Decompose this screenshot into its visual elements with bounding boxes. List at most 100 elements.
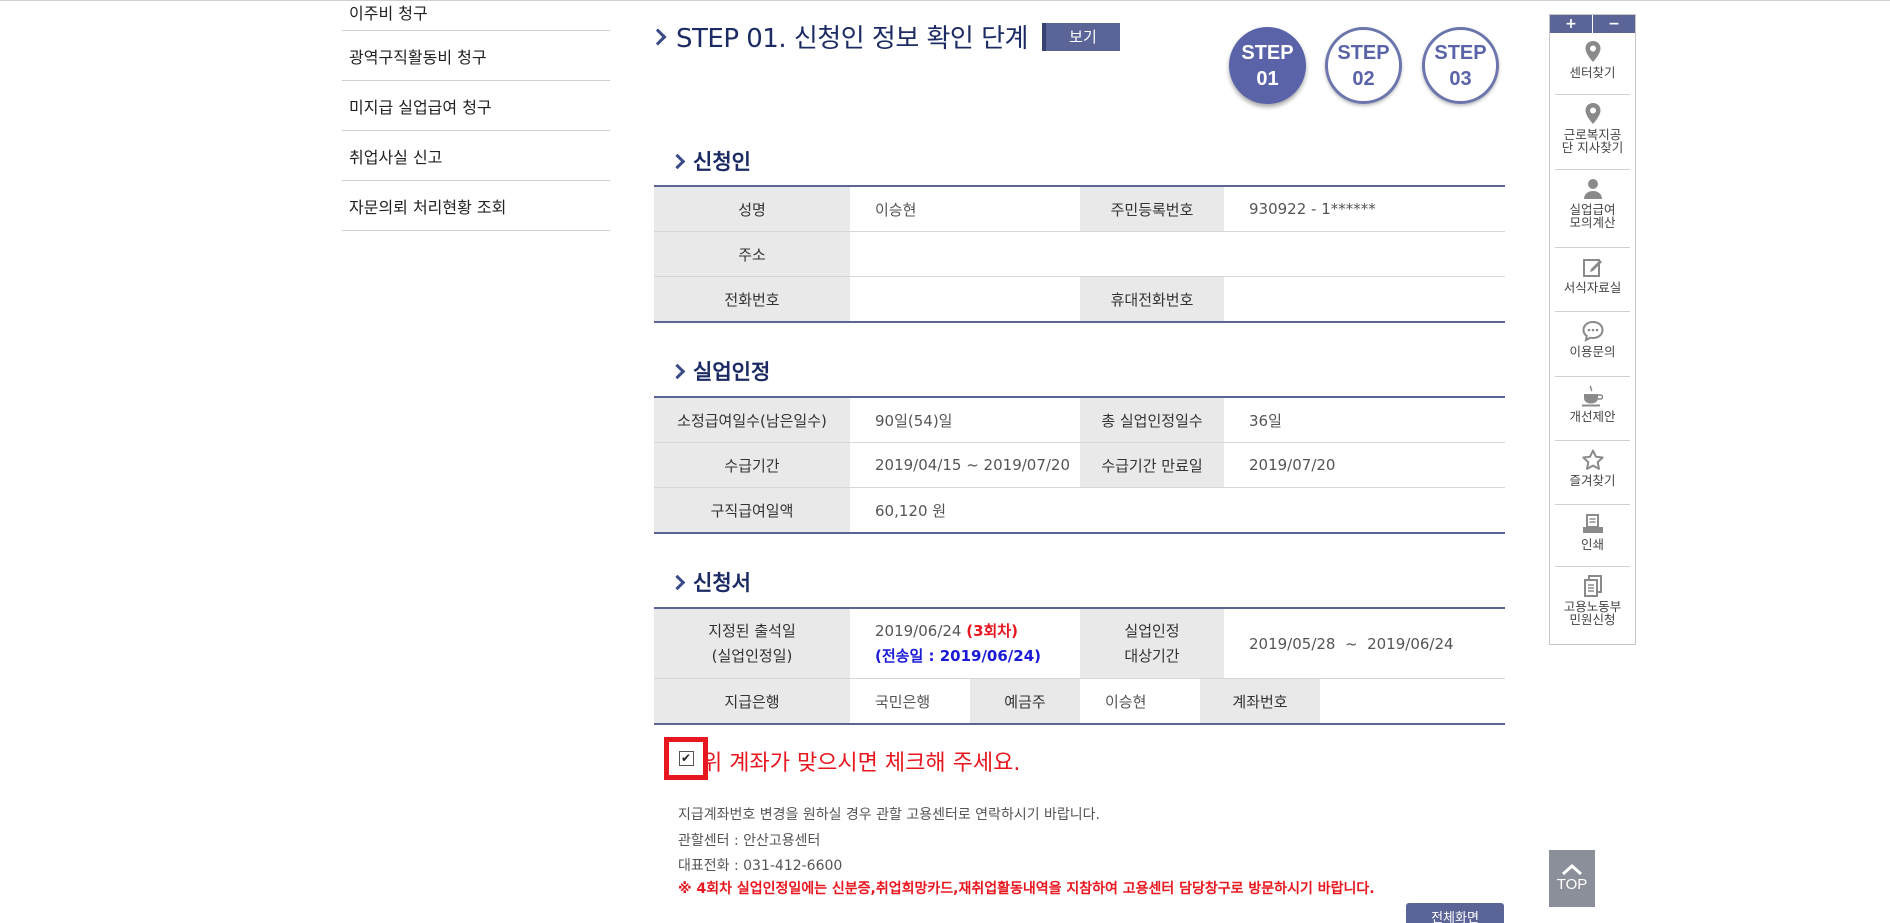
applicant-table: 성명 이승현 주민등록번호 930922 - 1****** 주소 전화번호 휴… bbox=[654, 185, 1505, 323]
step-indicator-02: STEP 02 bbox=[1325, 27, 1402, 104]
quick-item-favorites[interactable]: 즐겨찾기 bbox=[1555, 441, 1630, 505]
quick-item-print[interactable]: 인쇄 bbox=[1555, 505, 1630, 567]
table-cell: 국민은행 bbox=[875, 692, 931, 711]
document-icon bbox=[1582, 574, 1604, 598]
scroll-top-label: TOP bbox=[1556, 876, 1588, 893]
zoom-out-button[interactable]: − bbox=[1592, 15, 1635, 33]
table-row: 소정급여일수(남은일수) 90일(54)일 총 실업인정일수 36일 bbox=[654, 398, 1505, 443]
recognition-table: 소정급여일수(남은일수) 90일(54)일 총 실업인정일수 36일 수급기간 … bbox=[654, 396, 1505, 534]
account-confirm-text: 위 계좌가 맞으시면 체크해 주세요. bbox=[702, 751, 1021, 776]
star-icon bbox=[1581, 448, 1605, 472]
step-indicator-number: 03 bbox=[1449, 67, 1472, 90]
step-indicator-01: STEP 01 bbox=[1229, 27, 1306, 104]
quick-menu-zoom: + − bbox=[1550, 15, 1635, 33]
left-menu-item-label: 미지급 실업급여 청구 bbox=[349, 97, 492, 117]
left-menu-item-employment-report[interactable]: 취업사실 신고 bbox=[342, 131, 610, 181]
print-icon bbox=[1581, 512, 1605, 536]
quick-item-moel-petition[interactable]: 고용노동부 민원신청 bbox=[1555, 567, 1630, 642]
scroll-top-button[interactable]: TOP bbox=[1549, 850, 1595, 907]
table-cell: 930922 - 1****** bbox=[1249, 200, 1376, 218]
top-divider bbox=[0, 0, 1890, 1]
table-header-cell: 지급은행 bbox=[654, 679, 850, 723]
table-row: 수급기간 2019/04/15 ~ 2019/07/20 수급기간 만료일 20… bbox=[654, 443, 1505, 488]
table-cell: 2019/05/28 ~ 2019/06/24 bbox=[1249, 634, 1454, 653]
table-cell: 이승현 bbox=[875, 200, 917, 219]
attend-date-line: 2019/06/24 (3회차) bbox=[875, 619, 1018, 644]
table-cell: 2019/04/15 ~ 2019/07/20 bbox=[875, 456, 1071, 474]
left-menu-item-job-search-cost[interactable]: 광역구직활동비 청구 bbox=[342, 31, 610, 81]
table-header-cell: 주민등록번호 bbox=[1080, 187, 1224, 231]
section-title-application: 신청서 bbox=[669, 567, 751, 597]
table-row: 성명 이승현 주민등록번호 930922 - 1****** bbox=[654, 187, 1505, 232]
section-title-text: 신청인 bbox=[693, 150, 751, 174]
page-title: STEP 01. 신청인 정보 확인 단계 bbox=[676, 24, 1028, 54]
notes: 지급계좌번호 변경을 원하실 경우 관할 고용센터로 연락하시기 바랍니다. 관… bbox=[678, 803, 1100, 880]
attend-date: 2019/06/24 bbox=[875, 621, 962, 640]
chevron-right-icon bbox=[669, 153, 686, 169]
quick-item-branch-search[interactable]: 근로복지공단 지사찾기 bbox=[1555, 95, 1630, 170]
table-cell: 2019/07/20 bbox=[1249, 456, 1336, 474]
edit-icon bbox=[1582, 255, 1604, 279]
quick-item-benefit-calculator[interactable]: 실업급여 모의계산 bbox=[1555, 170, 1630, 248]
target-label-line2: 대상기간 bbox=[1124, 646, 1180, 665]
step-indicator-03: STEP 03 bbox=[1422, 27, 1499, 104]
left-menu-item-label: 이주비 청구 bbox=[349, 4, 428, 23]
step-indicator-label: STEP bbox=[1241, 41, 1294, 64]
table-header-cell: 성명 bbox=[654, 187, 850, 231]
quick-item-label: 실업급여 모의계산 bbox=[1569, 202, 1616, 230]
quick-item-label: 개선제안 bbox=[1569, 409, 1616, 424]
table-row: 구직급여일액 60,120 원 bbox=[654, 488, 1505, 532]
quick-item-forms[interactable]: 서식자료실 bbox=[1555, 248, 1630, 312]
table-header-cell: 휴대전화번호 bbox=[1080, 277, 1224, 321]
chevron-up-icon bbox=[1562, 864, 1582, 876]
table-header-cell: 전화번호 bbox=[654, 277, 850, 321]
left-menu-item-relocation[interactable]: 이주비 청구 bbox=[342, 0, 610, 31]
view-button[interactable]: 보기 bbox=[1041, 22, 1120, 51]
coffee-icon bbox=[1580, 384, 1606, 408]
target-label-line1: 실업인정 bbox=[1124, 621, 1180, 640]
quick-item-inquiry[interactable]: 이용문의 bbox=[1555, 312, 1630, 377]
person-icon bbox=[1582, 177, 1604, 201]
warning-text: ※ 4회차 실업인정일에는 신분증,취업희망카드,재취업활동내역을 지참하여 고… bbox=[678, 881, 1375, 897]
step-indicator-label: STEP bbox=[1337, 41, 1390, 64]
quick-menu: + − 센터찾기 근로복지공단 지사찾기 실업급여 모의계산 서식자료실 이용문… bbox=[1549, 14, 1636, 645]
step-title: STEP 01. 신청인 정보 확인 단계 보기 bbox=[649, 18, 1120, 55]
table-header-cell: 주소 bbox=[654, 232, 850, 276]
fullscreen-button[interactable]: 전체화면 bbox=[1406, 903, 1504, 923]
table-cell bbox=[1224, 277, 1505, 321]
attend-label-line1: 지정된 출석일 bbox=[708, 621, 796, 640]
account-confirm-checkbox[interactable]: ✔ bbox=[678, 751, 694, 766]
zoom-in-button[interactable]: + bbox=[1550, 15, 1592, 33]
table-row: 주소 bbox=[654, 232, 1505, 277]
table-header-cell: 구직급여일액 bbox=[654, 488, 850, 532]
table-row: 지급은행 국민은행 예금주 이승현 계좌번호 bbox=[654, 679, 1505, 723]
table-header-cell: 예금주 bbox=[970, 679, 1080, 723]
map-pin-icon bbox=[1583, 40, 1603, 64]
table-cell: 60,120 원 bbox=[875, 501, 947, 520]
note-line: 관할센터 : 안산고용센터 bbox=[678, 832, 821, 849]
note-line: 대표전화 : 031-412-6600 bbox=[678, 858, 843, 874]
table-cell bbox=[850, 232, 1505, 276]
quick-item-center-search[interactable]: 센터찾기 bbox=[1555, 33, 1630, 95]
chevron-right-icon bbox=[669, 363, 686, 379]
table-header-cell: 수급기간 만료일 bbox=[1080, 443, 1224, 487]
left-menu-item-label: 광역구직활동비 청구 bbox=[349, 47, 487, 67]
chevron-right-icon bbox=[649, 28, 667, 45]
table-cell bbox=[850, 277, 1080, 321]
section-title-text: 실업인정 bbox=[693, 360, 771, 384]
quick-item-label: 즐겨찾기 bbox=[1569, 473, 1616, 488]
table-cell: 36일 bbox=[1249, 411, 1282, 430]
table-cell: 이승현 bbox=[1105, 692, 1147, 711]
left-menu-item-consultation-status[interactable]: 자문의뢰 처리현황 조회 bbox=[342, 181, 610, 231]
table-row: 전화번호 휴대전화번호 bbox=[654, 277, 1505, 321]
attend-label-line2: (실업인정일) bbox=[711, 646, 793, 665]
quick-item-suggestion[interactable]: 개선제안 bbox=[1555, 377, 1630, 441]
section-title-applicant: 신청인 bbox=[669, 146, 751, 176]
left-menu-item-unpaid-benefit[interactable]: 미지급 실업급여 청구 bbox=[342, 81, 610, 131]
table-header-cell: 지정된 출석일 (실업인정일) bbox=[654, 609, 850, 678]
table-header-cell: 계좌번호 bbox=[1200, 679, 1320, 723]
table-cell bbox=[1320, 679, 1505, 723]
map-pin-icon bbox=[1583, 102, 1603, 126]
step-indicator-number: 02 bbox=[1352, 67, 1375, 90]
table-cell: 2019/06/24 (3회차) (전송일 : 2019/06/24) bbox=[850, 609, 1080, 678]
